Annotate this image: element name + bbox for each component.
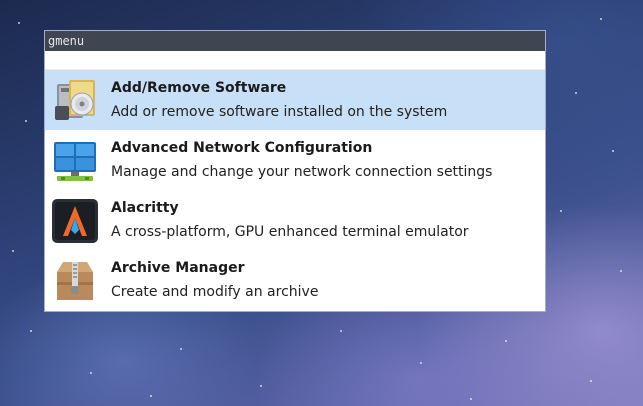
search-field-container <box>45 51 545 71</box>
item-description: A cross-platform, GPU enhanced terminal … <box>111 224 469 240</box>
archive-box-icon <box>51 258 99 304</box>
network-icon <box>51 138 99 184</box>
item-name: Archive Manager <box>111 260 245 276</box>
list-item-alacritty[interactable]: Alacritty A cross-platform, GPU enhanced… <box>45 190 545 250</box>
item-name: Alacritty <box>111 200 179 216</box>
item-description: Manage and change your network connectio… <box>111 164 493 180</box>
software-package-icon <box>51 78 99 124</box>
list-item-add-remove-software[interactable]: Add/Remove Software Add or remove softwa… <box>45 70 545 130</box>
gmenu-window: gmenu Add/Remove Software Add or remove … <box>44 30 546 312</box>
item-name: Advanced Network Configuration <box>111 140 373 156</box>
application-list: Add/Remove Software Add or remove softwa… <box>45 70 545 310</box>
list-item-advanced-network-configuration[interactable]: Advanced Network Configuration Manage an… <box>45 130 545 190</box>
item-description: Add or remove software installed on the … <box>111 104 448 120</box>
window-title: gmenu <box>45 31 545 51</box>
alacritty-icon <box>51 198 99 244</box>
item-name: Add/Remove Software <box>111 80 287 96</box>
list-item-archive-manager[interactable]: Archive Manager Create and modify an arc… <box>45 250 545 310</box>
search-input[interactable] <box>45 53 545 71</box>
item-description: Create and modify an archive <box>111 284 319 300</box>
